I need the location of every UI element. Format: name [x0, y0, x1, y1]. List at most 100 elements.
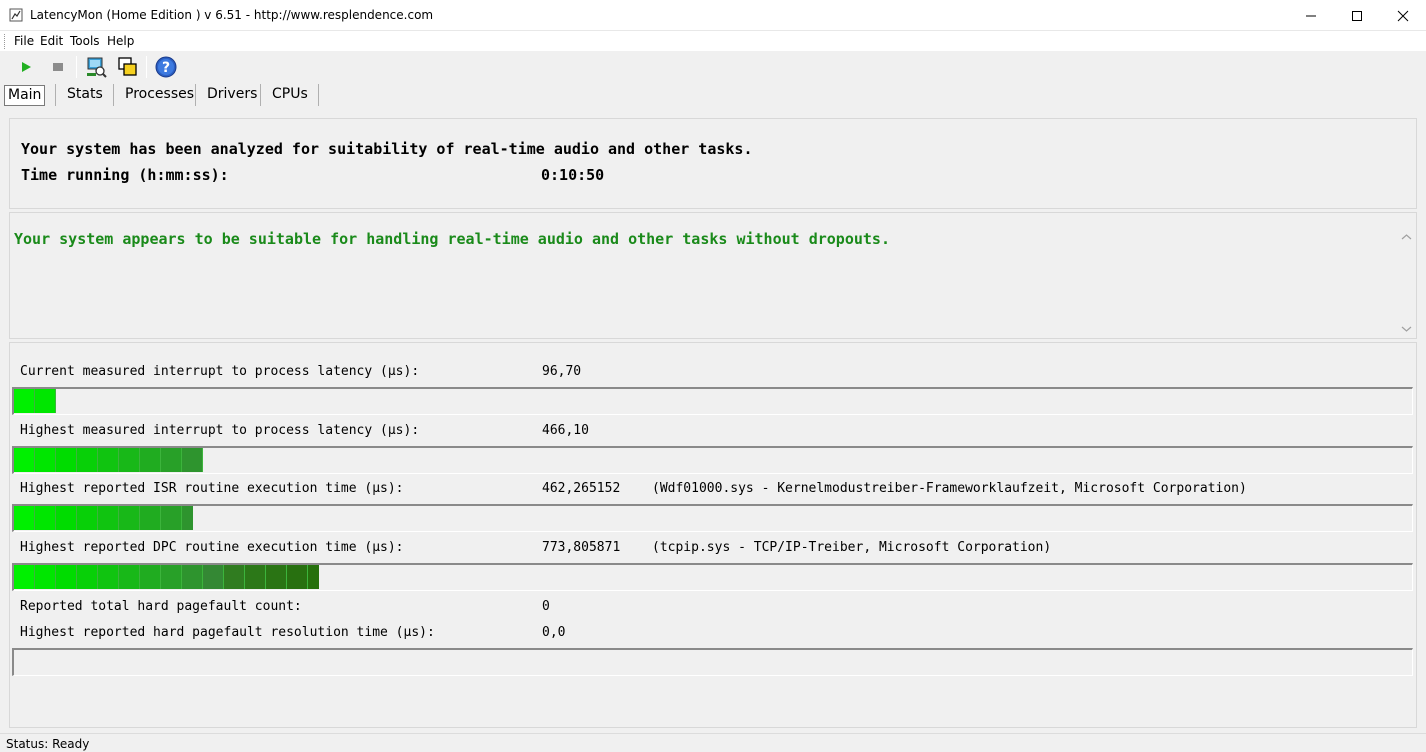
bar-segment [35, 565, 56, 589]
verdict-scrollbar[interactable] [1398, 228, 1415, 338]
bar-segment [14, 389, 35, 413]
play-icon [22, 62, 31, 72]
tab-separator [55, 84, 56, 106]
bar-segment [14, 448, 35, 472]
bar-segment [140, 448, 161, 472]
svg-text:?: ? [162, 60, 170, 76]
app-icon [9, 8, 23, 22]
tab-separator [195, 84, 196, 106]
pagefault-time-label: Highest reported hard pagefault resoluti… [20, 625, 435, 640]
bar-segment [224, 565, 245, 589]
bar-segment [35, 448, 56, 472]
windows-button[interactable] [116, 55, 140, 79]
pagefault-time-bar [12, 648, 1413, 676]
status-bar: Status: Ready [0, 733, 1426, 752]
bar-segment [140, 506, 161, 530]
tab-separator [260, 84, 261, 106]
pagefault-time-value: 0,0 [542, 625, 566, 640]
bar-segment [140, 565, 161, 589]
isr-time-bar [12, 504, 1413, 532]
windows-icon [118, 57, 137, 76]
current-latency-bar-fill [14, 389, 56, 413]
help-icon: ? [155, 56, 177, 78]
status-text: Status: Ready [6, 737, 90, 751]
time-running-value: 0:10:50 [541, 166, 605, 184]
bar-segment [56, 506, 77, 530]
bar-segment [56, 565, 77, 589]
bar-segment [182, 565, 203, 589]
dpc-time-value: 773,805871 [542, 540, 621, 555]
current-latency-bar [12, 387, 1413, 415]
summary-panel [9, 118, 1417, 209]
scroll-down-icon[interactable] [1398, 322, 1415, 336]
minimize-icon [1306, 15, 1316, 16]
stop-icon [53, 63, 63, 71]
menu-tools[interactable]: Tools [70, 34, 100, 48]
tab-stats[interactable]: Stats [67, 85, 103, 106]
dpc-time-label: Highest reported DPC routine execution t… [20, 540, 404, 555]
bar-segment [266, 565, 287, 589]
isr-driver-info: (Wdf01000.sys - Kernelmodustreiber-Frame… [652, 481, 1247, 496]
minimize-button[interactable] [1288, 0, 1334, 31]
bar-segment [161, 565, 182, 589]
highest-latency-label: Highest measured interrupt to process la… [20, 423, 420, 438]
highest-latency-bar [12, 446, 1413, 474]
pagefault-count-value: 0 [542, 599, 550, 614]
bar-segment [119, 506, 140, 530]
bar-segment [35, 506, 56, 530]
bar-segment [245, 565, 266, 589]
bar-segment [308, 565, 319, 589]
stop-button[interactable] [46, 55, 70, 79]
menu-grip [4, 34, 7, 49]
tab-bar: Main Stats Processes Drivers CPUs [0, 82, 1426, 108]
isr-time-bar-fill [14, 506, 193, 530]
tab-main[interactable]: Main [4, 85, 46, 106]
tab-drivers[interactable]: Drivers [207, 85, 257, 106]
help-button[interactable]: ? [154, 55, 178, 79]
dpc-time-bar [12, 563, 1413, 591]
menu-bar: File Edit Tools Help [0, 31, 1426, 51]
bar-segment [56, 448, 77, 472]
menu-file[interactable]: File [14, 34, 34, 48]
tab-separator [113, 84, 114, 106]
highest-latency-value: 466,10 [542, 423, 589, 438]
close-icon [1397, 10, 1409, 21]
bar-segment [119, 565, 140, 589]
bar-segment [119, 448, 140, 472]
menu-edit[interactable]: Edit [40, 34, 63, 48]
dpc-driver-info: (tcpip.sys - TCP/IP-Treiber, Microsoft C… [652, 540, 1052, 555]
current-latency-label: Current measured interrupt to process la… [20, 364, 420, 379]
maximize-button[interactable] [1334, 0, 1380, 31]
bar-segment [77, 448, 98, 472]
tab-processes[interactable]: Processes [125, 85, 194, 106]
bar-segment [77, 565, 98, 589]
analysis-message: Your system has been analyzed for suitab… [21, 140, 753, 158]
bar-segment [77, 506, 98, 530]
bar-segment [98, 448, 119, 472]
toolbar-separator [76, 56, 77, 78]
monitor-icon [87, 57, 107, 78]
bar-segment [203, 565, 224, 589]
tab-cpus[interactable]: CPUs [272, 85, 308, 106]
bar-segment [287, 565, 308, 589]
monitor-button[interactable] [84, 55, 108, 79]
verdict-message: Your system appears to be suitable for h… [14, 230, 890, 248]
isr-time-label: Highest reported ISR routine execution t… [20, 481, 404, 496]
bar-segment [182, 448, 203, 472]
bar-segment [161, 448, 182, 472]
window-title: LatencyMon (Home Edition ) v 6.51 - http… [30, 8, 434, 22]
bar-segment [98, 565, 119, 589]
bar-segment [14, 506, 35, 530]
dpc-time-bar-fill [14, 565, 319, 589]
bar-segment [98, 506, 119, 530]
isr-time-value: 462,265152 [542, 481, 621, 496]
highest-latency-bar-fill [14, 448, 203, 472]
bar-segment [182, 506, 193, 530]
bar-segment [14, 565, 35, 589]
toolbar-separator [146, 56, 147, 78]
toolbar: ? [0, 52, 1426, 82]
scroll-up-icon[interactable] [1398, 230, 1415, 244]
start-button[interactable] [14, 55, 38, 79]
close-button[interactable] [1380, 0, 1426, 31]
menu-help[interactable]: Help [107, 34, 134, 48]
